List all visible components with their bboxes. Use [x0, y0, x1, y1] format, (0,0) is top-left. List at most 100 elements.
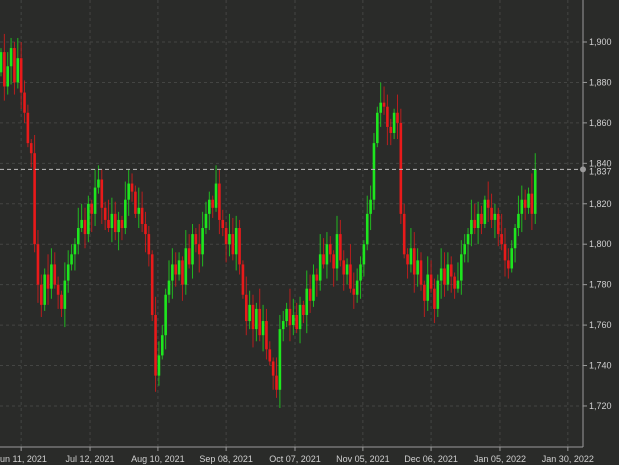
candle-up — [164, 294, 167, 336]
candle-up — [409, 248, 413, 265]
candle-up — [93, 187, 97, 214]
candle-down — [194, 234, 198, 245]
candle-down — [402, 213, 406, 255]
candle-up — [446, 264, 450, 285]
candle-up — [510, 248, 514, 269]
candle-down — [13, 48, 16, 83]
candle-up — [278, 329, 282, 390]
candle-down — [56, 284, 60, 295]
candle-up — [228, 234, 231, 245]
candle-down — [258, 308, 262, 336]
candle-up — [416, 260, 419, 275]
candle-up — [6, 66, 10, 87]
candle-down — [53, 264, 57, 285]
candle-up — [376, 112, 379, 144]
y-tick-label: 1,820 — [589, 199, 612, 209]
candle-up — [76, 228, 80, 245]
candle-down — [140, 207, 144, 224]
candle-up — [97, 179, 100, 188]
candle-up — [80, 219, 83, 229]
candle-up — [305, 288, 309, 315]
candle-down — [423, 284, 426, 301]
candle-up — [298, 304, 302, 330]
candle-down — [271, 361, 275, 376]
candle-up — [436, 280, 440, 309]
candle-down — [295, 314, 298, 330]
candle-down — [342, 260, 346, 275]
x-tick-label: Aug 10, 2021 — [131, 454, 185, 464]
candle-up — [379, 102, 382, 113]
candle-down — [480, 213, 483, 224]
candlestick-chart: 1,7201,7401,7601,7801,8001,8201,8401,860… — [0, 0, 612, 464]
candle-down — [453, 276, 456, 289]
candle-up — [124, 199, 127, 229]
candle-down — [147, 234, 151, 255]
candle-down — [433, 288, 436, 309]
candle-down — [154, 314, 157, 376]
candle-up — [392, 112, 396, 133]
candle-up — [335, 234, 339, 269]
candle-down — [339, 234, 342, 261]
candle-up — [50, 264, 53, 289]
candle-up — [171, 264, 174, 281]
x-tick-label: Sep 08, 2021 — [199, 454, 253, 464]
candle-up — [493, 213, 497, 220]
candle-down — [100, 179, 104, 208]
candle-down — [26, 112, 30, 144]
candle-up — [285, 308, 288, 322]
candle-down — [382, 102, 386, 107]
candle-up — [204, 213, 208, 229]
candle-down — [231, 234, 235, 255]
last-price-label: 1,837 — [589, 166, 612, 176]
candle-down — [224, 228, 228, 245]
y-tick-label: 1,880 — [589, 77, 612, 87]
candle-up — [369, 199, 372, 214]
candle-down — [107, 219, 110, 229]
candle-up — [439, 268, 443, 281]
candle-up — [184, 248, 188, 285]
x-tick-label: Dec 06, 2021 — [404, 454, 458, 464]
candle-up — [127, 183, 130, 200]
candle-up — [87, 203, 90, 235]
candle-down — [29, 143, 33, 154]
candle-up — [466, 234, 470, 245]
candle-up — [160, 335, 164, 356]
candle-up — [460, 254, 463, 281]
candle-down — [174, 264, 178, 275]
candle-up — [73, 244, 77, 255]
candle-down — [265, 321, 268, 350]
y-tick-label: 1,720 — [589, 401, 612, 411]
y-tick-label: 1,900 — [589, 37, 612, 47]
candle-down — [322, 254, 325, 265]
candle-up — [248, 304, 251, 322]
candle-down — [36, 244, 40, 285]
candle-down — [349, 264, 352, 289]
candle-down — [150, 254, 154, 315]
candle-up — [362, 244, 366, 265]
candle-down — [23, 92, 26, 113]
candle-down — [332, 254, 335, 269]
candle-down — [328, 244, 332, 255]
candle-up — [191, 234, 194, 265]
candle-down — [302, 304, 305, 315]
candle-up — [345, 264, 349, 275]
candle-up — [426, 274, 430, 301]
x-tick-label: Jan 30, 2022 — [542, 454, 594, 464]
candle-down — [315, 274, 319, 281]
candle-down — [238, 228, 241, 265]
candle-down — [352, 288, 356, 295]
candle-up — [66, 264, 70, 281]
y-tick-label: 1,760 — [589, 320, 612, 330]
candle-up — [0, 52, 3, 73]
candle-down — [275, 375, 278, 390]
candle-up — [470, 219, 473, 235]
candle-down — [103, 207, 107, 220]
candle-down — [3, 52, 6, 87]
candle-down — [197, 244, 201, 255]
candle-down — [507, 260, 510, 269]
candle-down — [496, 213, 500, 235]
candle-down — [288, 308, 292, 326]
candle-down — [268, 349, 272, 362]
candle-down — [399, 122, 403, 214]
candle-down — [486, 199, 490, 208]
